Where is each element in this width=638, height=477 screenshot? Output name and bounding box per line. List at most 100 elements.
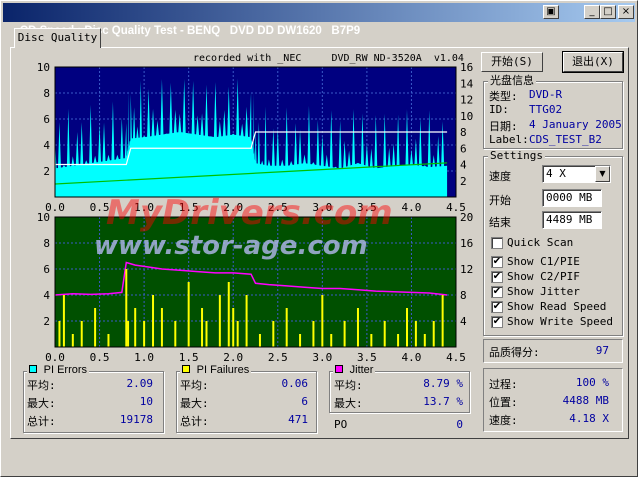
pi-errors-swatch bbox=[29, 365, 37, 373]
date-label: 日期: bbox=[489, 120, 518, 133]
y-right-tick-label: 12 bbox=[460, 94, 473, 107]
title-bar: CD Speed : Disc Quality Test - BENQ DVD … bbox=[3, 3, 635, 37]
progress-value: 100 % bbox=[575, 376, 609, 389]
y-left-tick-label: 2 bbox=[43, 315, 50, 328]
y-left-tick-label: 6 bbox=[43, 113, 50, 126]
exit-button[interactable]: 退出(X) bbox=[562, 51, 624, 73]
y-left-tick-label: 4 bbox=[43, 139, 50, 152]
y-right-tick-label: 4 bbox=[460, 159, 467, 172]
checkbox-1[interactable]: ✔ bbox=[491, 271, 503, 283]
checkbox-label-4: Show Write Speed bbox=[507, 315, 613, 328]
y-right-tick-label: 4 bbox=[460, 315, 467, 328]
x-tick-label: 2.0 bbox=[223, 351, 243, 364]
jitter-avg: 8.79 % bbox=[423, 377, 463, 390]
checkbox-0[interactable]: ✔ bbox=[491, 256, 503, 268]
maximize-button[interactable]: □ bbox=[600, 5, 616, 19]
watermark-line1: MyDrivers.com bbox=[106, 193, 393, 233]
speed-label: 速度 bbox=[489, 170, 511, 183]
x-tick-label: 0.5 bbox=[90, 351, 110, 364]
y-left-tick-label: 2 bbox=[43, 165, 50, 178]
quick-scan-label: Quick Scan bbox=[507, 236, 574, 249]
end-label: 结束 bbox=[489, 216, 511, 229]
pi-errors-total: 19178 bbox=[119, 413, 153, 426]
chevron-down-icon[interactable]: ▼ bbox=[595, 166, 610, 182]
y-left-tick-label: 8 bbox=[43, 237, 50, 250]
pi-failures-max: 6 bbox=[301, 395, 308, 408]
position-label: 位置: bbox=[489, 396, 518, 409]
y-right-tick-label: 14 bbox=[460, 77, 474, 90]
label-label: Label: bbox=[489, 133, 529, 146]
disc-info-title: 光盘信息 bbox=[488, 74, 536, 87]
y-left-tick-label: 6 bbox=[43, 263, 50, 276]
checkbox-4[interactable]: ✔ bbox=[491, 316, 503, 328]
pi-errors-max: 10 bbox=[139, 395, 153, 408]
settings-title: Settings bbox=[488, 149, 545, 162]
y-right-tick-label: 8 bbox=[460, 289, 467, 302]
x-tick-label: 4.0 bbox=[402, 201, 422, 214]
progress-label: 过程: bbox=[489, 378, 518, 391]
pi-errors-avg: 2.09 bbox=[126, 377, 154, 390]
id-value: TTG02 bbox=[529, 103, 563, 116]
type-label: 类型: bbox=[489, 90, 518, 103]
y-right-tick-label: 8 bbox=[460, 126, 467, 139]
read-speed-label: 速度: bbox=[489, 414, 518, 427]
pi-failures-avg-label: 平均: bbox=[180, 379, 209, 392]
y-left-tick-label: 4 bbox=[43, 289, 50, 302]
quality-label: 品质得分: bbox=[489, 346, 540, 359]
charts: 0.0 0.5 1.0 1.5 2.0 2.5 3.0 3.5 4.0 4.51086421614… bbox=[37, 61, 474, 364]
po-value: 0 bbox=[456, 418, 463, 431]
restore-icon[interactable]: ▣ bbox=[543, 5, 559, 19]
checkbox-label-3: Show Read Speed bbox=[507, 300, 607, 313]
checkbox-label-2: Show Jitter bbox=[507, 285, 580, 298]
jitter-max-label: 最大: bbox=[334, 397, 363, 410]
position-value: 4488 MB bbox=[562, 394, 609, 407]
checkbox-2[interactable]: ✔ bbox=[491, 286, 503, 298]
x-tick-label: 3.0 bbox=[312, 351, 332, 364]
pi-errors-title: PI Errors bbox=[43, 364, 88, 376]
jitter-max: 13.7 % bbox=[423, 395, 463, 408]
x-tick-label: 4.0 bbox=[402, 351, 422, 364]
pi-errors-avg-label: 平均: bbox=[27, 379, 56, 392]
pi-failures-max-label: 最大: bbox=[180, 397, 209, 410]
quality-value: 97 bbox=[595, 344, 609, 357]
y-left-tick-label: 10 bbox=[37, 211, 50, 224]
speed-select-value: 4 X bbox=[546, 167, 566, 180]
y-right-tick-label: 16 bbox=[460, 237, 473, 250]
jitter-title: Jitter bbox=[349, 364, 374, 376]
type-value: DVD-R bbox=[529, 88, 563, 101]
pi-errors-title-wrap: PI Errors bbox=[27, 364, 90, 376]
checkbox-3[interactable]: ✔ bbox=[491, 301, 503, 313]
pi-failures-avg: 0.06 bbox=[281, 377, 309, 390]
tab-disc-quality[interactable]: Disc Quality bbox=[14, 28, 101, 48]
pi-failures-title-wrap: PI Failures bbox=[180, 364, 252, 376]
y-right-tick-label: 12 bbox=[460, 263, 473, 276]
start-button[interactable]: 开始(S) bbox=[481, 52, 543, 72]
date-value: 4 January 2005 bbox=[529, 118, 622, 131]
y-right-tick-label: 20 bbox=[460, 211, 473, 224]
pi-failures-total-label: 总计: bbox=[180, 415, 209, 428]
end-input[interactable]: 4489 MB bbox=[542, 211, 602, 229]
jitter-swatch bbox=[335, 365, 343, 373]
x-tick-label: 2.5 bbox=[268, 351, 288, 364]
start-input[interactable]: 0000 MB bbox=[542, 189, 602, 207]
checkbox-label-1: Show C2/PIF bbox=[507, 270, 580, 283]
po-label: PO bbox=[334, 418, 348, 431]
start-label: 开始 bbox=[489, 194, 511, 207]
checkbox-label-0: Show C1/PIE bbox=[507, 255, 580, 268]
quick-scan-checkbox[interactable] bbox=[491, 237, 503, 249]
pi-errors-max-label: 最大: bbox=[27, 397, 56, 410]
pi-failures-title: PI Failures bbox=[196, 364, 250, 376]
watermark-line2: www.stor-age.com bbox=[94, 231, 368, 261]
close-button[interactable]: × bbox=[618, 5, 634, 19]
label-value: CDS_TEST_B2 bbox=[529, 133, 602, 146]
read-speed-value: 4.18 X bbox=[569, 412, 609, 425]
pi-failures-swatch bbox=[182, 365, 190, 373]
app-window: CD Speed : Disc Quality Test - BENQ DVD … bbox=[0, 0, 638, 477]
jitter-avg-label: 平均: bbox=[334, 379, 363, 392]
id-label: ID: bbox=[489, 103, 509, 116]
x-tick-label: 0.0 bbox=[45, 351, 65, 364]
jitter-title-wrap: Jitter bbox=[333, 364, 376, 376]
recorded-with-label: recorded with _NEC DVD_RW ND-3520A v1.04 bbox=[193, 53, 464, 64]
speed-select[interactable]: 4 X ▼ bbox=[542, 165, 611, 183]
minimize-button[interactable]: _ bbox=[584, 5, 600, 19]
